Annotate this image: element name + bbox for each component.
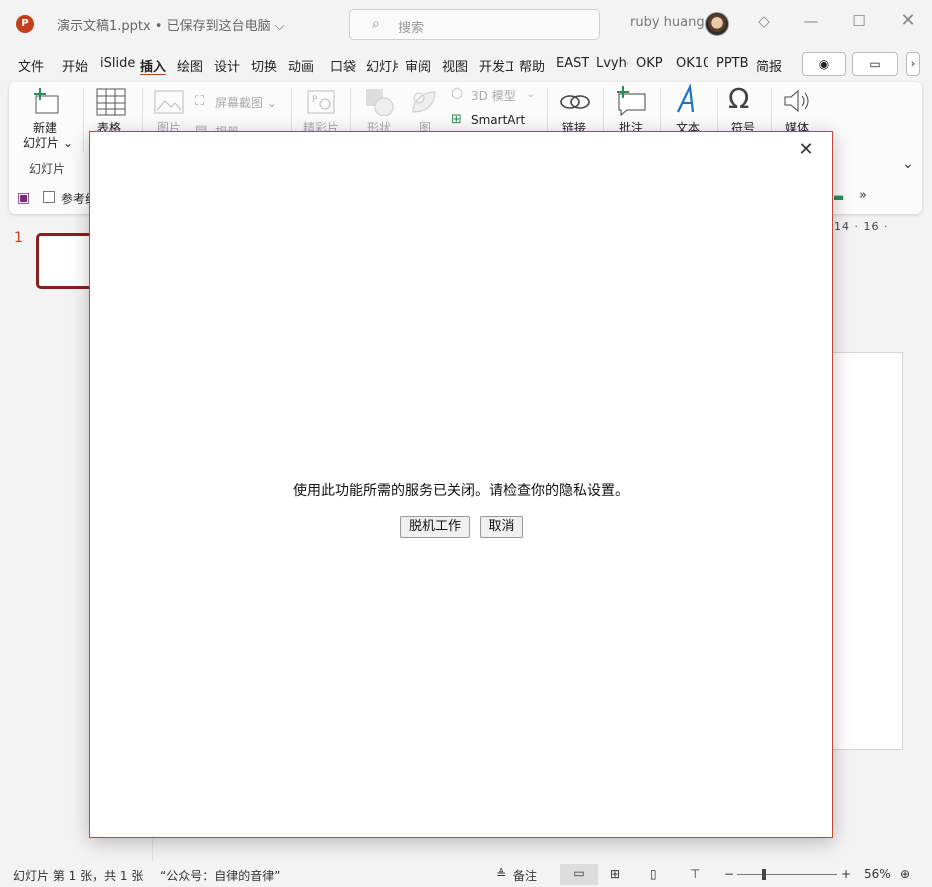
table-icon <box>96 88 126 116</box>
document-title[interactable]: 演示文稿1.pptx • 已保存到这台电脑 ⌵ <box>57 15 285 34</box>
tab-pocket[interactable]: 口袋 <box>330 56 356 75</box>
3d-model-button[interactable]: 3D 模型 <box>471 87 516 104</box>
dialog-close-icon[interactable]: ✕ <box>794 138 818 162</box>
tab-developer[interactable]: 开发工 <box>479 56 513 75</box>
search-placeholder: 搜索 <box>398 21 425 36</box>
premium-diamond-icon[interactable]: ◇ <box>752 12 776 30</box>
new-slide-icon <box>34 88 59 114</box>
public-account-status: “公众号：自律的音律” <box>160 869 281 883</box>
zoom-slider-track[interactable] <box>737 874 837 875</box>
search-icon: ⌕ <box>372 16 380 32</box>
tab-review[interactable]: 审阅 <box>405 56 431 75</box>
media-speaker-icon <box>784 89 809 113</box>
tab-draw[interactable]: 绘图 <box>177 56 203 75</box>
search-box[interactable]: ⌕ 搜索 <box>349 9 600 40</box>
tab-design[interactable]: 设计 <box>214 56 240 75</box>
group-label-slides: 幻灯片 <box>29 162 66 176</box>
tab-view[interactable]: 视图 <box>442 56 468 75</box>
tab-animations[interactable]: 动画 <box>288 56 314 75</box>
slide-canvas[interactable] <box>828 352 903 750</box>
fit-to-window-icon[interactable]: ⊕ <box>900 867 910 881</box>
3d-model-icon: ⬡ <box>451 86 464 102</box>
new-slide-dropdown[interactable]: 幻灯片 ⌄ <box>23 134 73 151</box>
album-button[interactable]: 相册 <box>215 123 239 131</box>
title-bar: P 演示文稿1.pptx • 已保存到这台电脑 ⌵ ⌕ 搜索 ruby huan… <box>0 0 932 48</box>
save-icon[interactable]: ▣ <box>17 190 30 206</box>
tab-ok10[interactable]: OK10 <box>676 56 708 71</box>
privacy-service-dialog: ✕ 使用此功能所需的服务已关闭。请检查你的隐私设置。 脱机工作 取消 <box>89 131 833 838</box>
chevron-down-icon: ⌄ <box>526 87 536 100</box>
more-commands-icon[interactable]: » <box>859 188 867 203</box>
tab-file[interactable]: 文件 <box>18 56 44 75</box>
chevron-right-icon: › <box>910 57 916 70</box>
shapes-icon <box>366 89 394 116</box>
tab-slideshow[interactable]: 幻灯片 <box>366 56 398 75</box>
notes-icon: ≜ <box>496 867 507 881</box>
comment-icon: ▭ <box>869 57 881 71</box>
maximize-icon[interactable]: ☐ <box>847 12 871 30</box>
comment-icon <box>617 86 646 116</box>
screenshot-icon: ⛶ <box>195 94 205 109</box>
smartart-icon: ⊞ <box>451 112 462 127</box>
omega-symbol-icon: Ω <box>728 82 750 115</box>
zoom-level[interactable]: 56% <box>864 867 891 881</box>
tab-pptb[interactable]: PPTB <box>716 56 749 71</box>
tab-insert[interactable]: 插入 <box>140 56 167 75</box>
slide-count-status[interactable]: 幻灯片 第 1 张，共 1 张 <box>13 867 143 884</box>
zoom-in-button[interactable]: + <box>841 867 851 881</box>
normal-view-icon: ▭ <box>573 866 585 880</box>
slide-number: 1 <box>14 230 23 246</box>
status-bar: 幻灯片 第 1 张，共 1 张 “公众号：自律的音律” ≜ 备注 ▭ ⊞ ▯ ⊤… <box>0 862 932 887</box>
record-button[interactable]: ◉ <box>802 52 846 76</box>
user-avatar[interactable] <box>705 12 729 36</box>
normal-view-button[interactable]: ▭ <box>560 864 598 885</box>
reading-view-icon[interactable]: ▯ <box>650 867 657 881</box>
tabs-scroll-right-button[interactable]: › <box>906 52 920 76</box>
comments-button[interactable]: ▭ <box>852 52 898 76</box>
minimize-icon[interactable]: — <box>799 12 823 30</box>
notes-button[interactable]: 备注 <box>513 867 537 884</box>
featured-pictures-icon: P <box>307 90 335 114</box>
zoom-out-button[interactable]: − <box>724 867 734 881</box>
link-icon <box>560 95 590 109</box>
text-icon <box>677 84 695 113</box>
picture-icon <box>154 90 184 114</box>
tab-briefing[interactable]: 简报 <box>756 56 782 75</box>
slide-sorter-icon[interactable]: ⊞ <box>610 867 620 881</box>
collapse-ribbon-icon[interactable]: ⌄ <box>902 156 914 172</box>
dialog-message: 使用此功能所需的服务已关闭。请检查你的隐私设置。 <box>293 483 629 499</box>
powerpoint-app-icon[interactable]: P <box>16 15 34 33</box>
slideshow-icon[interactable]: ⊤ <box>690 867 700 881</box>
close-window-icon[interactable]: ✕ <box>896 10 920 31</box>
svg-text:P: P <box>312 95 318 105</box>
tab-home[interactable]: 开始 <box>62 56 88 75</box>
tab-okp[interactable]: OKP <box>636 56 663 71</box>
cancel-button[interactable]: 取消 <box>480 516 523 538</box>
ribbon-separator <box>83 88 84 152</box>
user-name[interactable]: ruby huang <box>630 15 705 30</box>
tab-lvyhe[interactable]: Lvyhe <box>596 56 628 71</box>
ribbon-tabs: 文件 开始 iSlide 插入 绘图 设计 切换 动画 口袋 幻灯片 审阅 视图… <box>0 48 932 80</box>
qat-green-tool-icon[interactable]: ▬ <box>833 190 844 204</box>
horizontal-ruler: 14 · 16 · <box>834 220 889 233</box>
reference-line-label: 参考线 <box>61 192 89 206</box>
tab-transitions[interactable]: 切换 <box>251 56 277 75</box>
reference-line-checkbox[interactable] <box>43 191 55 203</box>
icons-icon <box>412 91 436 113</box>
tab-islide[interactable]: iSlide <box>100 56 135 71</box>
screenshot-button[interactable]: 屏幕截图 ⌄ <box>215 94 277 111</box>
record-icon: ◉ <box>818 57 830 71</box>
tab-help[interactable]: 帮助 <box>519 56 545 75</box>
zoom-slider-thumb[interactable] <box>762 869 766 880</box>
work-offline-button[interactable]: 脱机工作 <box>400 516 470 538</box>
smartart-button[interactable]: SmartArt <box>471 113 525 127</box>
tab-east[interactable]: EAST <box>556 56 589 71</box>
